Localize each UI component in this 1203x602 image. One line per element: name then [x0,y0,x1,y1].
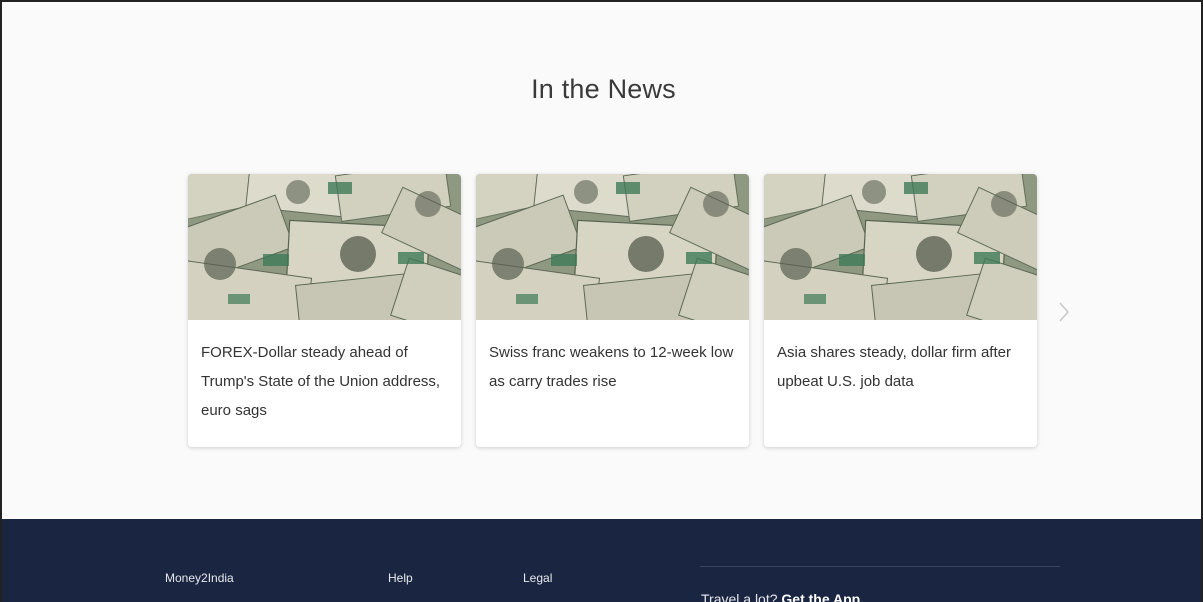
page: In the News FOREX-Dollar steady ahead of… [0,0,1203,602]
news-card-headline[interactable]: Swiss franc weakens to 12-week low as ca… [476,320,749,396]
footer-app-promo[interactable]: Travel a lot? Get the App. [701,591,864,602]
footer: Money2India Help Legal Travel a lot? Get… [2,519,1201,602]
news-carousel: FOREX-Dollar steady ahead of Trump's Sta… [188,174,1038,447]
app-prompt: Travel a lot? [701,591,778,602]
chevron-right-icon[interactable] [1054,300,1074,324]
news-card-headline[interactable]: Asia shares steady, dollar firm after up… [764,320,1037,396]
news-section: In the News FOREX-Dollar steady ahead of… [2,2,1201,519]
footer-column-help[interactable]: Help [388,571,413,585]
footer-column-money2india[interactable]: Money2India [165,571,234,585]
news-card[interactable]: FOREX-Dollar steady ahead of Trump's Sta… [188,174,461,447]
footer-column-legal[interactable]: Legal [523,571,552,585]
news-card-headline[interactable]: FOREX-Dollar steady ahead of Trump's Sta… [188,320,461,425]
get-app-link[interactable]: Get the App. [781,591,864,602]
news-card-image [188,174,461,320]
news-card-image [764,174,1037,320]
news-card[interactable]: Swiss franc weakens to 12-week low as ca… [476,174,749,447]
footer-divider [700,566,1060,567]
news-card[interactable]: Asia shares steady, dollar firm after up… [764,174,1037,447]
section-title: In the News [531,74,676,104]
news-card-image [476,174,749,320]
